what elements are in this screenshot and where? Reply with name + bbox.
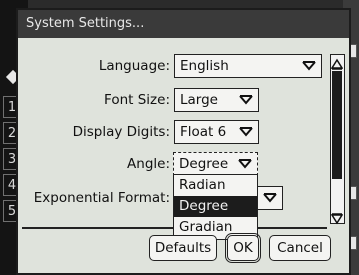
angle-dropdown-list: Radian Degree Gradian	[173, 174, 258, 240]
angle-select[interactable]: Degree	[173, 152, 258, 176]
display-digits-label: Display Digits:	[72, 124, 170, 140]
angle-option-degree[interactable]: Degree	[174, 196, 257, 217]
angle-value: Degree	[179, 156, 229, 172]
font-size-select[interactable]: Large	[174, 88, 259, 112]
chevron-down-icon	[302, 61, 316, 71]
exponential-format-row: Exponential Format:	[18, 190, 170, 206]
cancel-button[interactable]: Cancel	[269, 235, 331, 261]
font-size-label: Font Size:	[104, 92, 170, 108]
angle-label: Angle:	[127, 156, 170, 172]
settings-scrollbar[interactable]	[330, 54, 345, 225]
language-row: Language:	[18, 58, 170, 74]
angle-row: Angle:	[18, 156, 170, 172]
font-size-value: Large	[180, 92, 218, 108]
defaults-button[interactable]: Defaults	[149, 235, 217, 261]
display-digits-row: Display Digits:	[18, 124, 170, 140]
display-digits-value: Float 6	[180, 124, 227, 140]
chevron-down-icon	[239, 127, 253, 137]
chevron-down-icon	[239, 95, 253, 105]
exponential-format-label: Exponential Format:	[33, 190, 170, 206]
arrow-up-icon	[330, 58, 344, 70]
arrow-down-icon	[330, 213, 344, 225]
scroll-up-button[interactable]	[330, 55, 344, 70]
language-select[interactable]: English	[174, 54, 322, 78]
scroll-down-button[interactable]	[330, 210, 344, 225]
scroll-thumb[interactable]	[332, 71, 342, 179]
chevron-down-icon	[238, 159, 252, 169]
angle-option-radian[interactable]: Radian	[174, 175, 257, 196]
chevron-down-icon	[263, 193, 277, 203]
language-value: English	[180, 58, 229, 74]
font-size-row: Font Size:	[18, 92, 170, 108]
dialog-title: System Settings...	[18, 10, 349, 38]
language-label: Language:	[98, 58, 170, 74]
system-settings-dialog: System Settings... Language: English Fon…	[16, 8, 351, 275]
ok-button[interactable]: OK	[225, 233, 261, 263]
display-digits-select[interactable]: Float 6	[174, 120, 259, 144]
